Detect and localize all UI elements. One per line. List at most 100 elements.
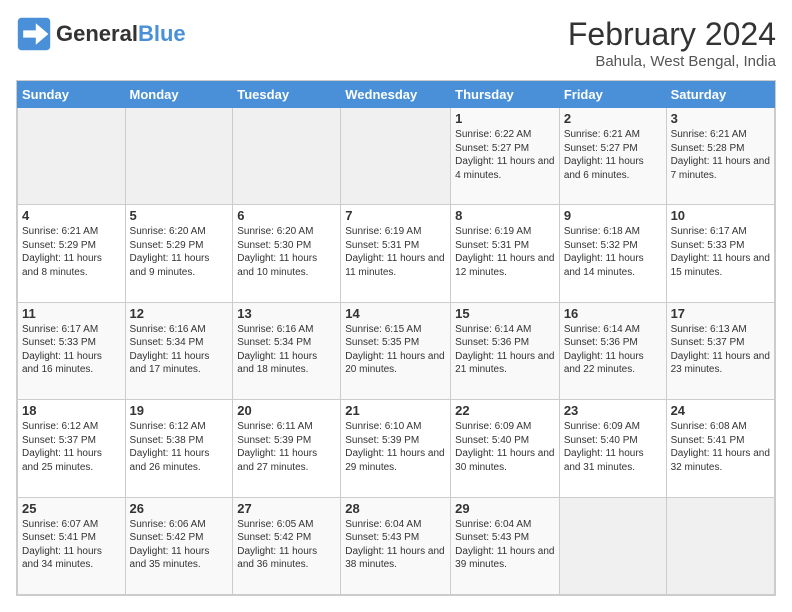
calendar-cell: 3 Sunrise: 6:21 AM Sunset: 5:28 PM Daylig… bbox=[666, 108, 774, 205]
cell-sun-info: Sunrise: 6:10 AM Sunset: 5:39 PM Dayligh… bbox=[345, 420, 446, 474]
weekday-header-tuesday: Tuesday bbox=[233, 82, 341, 108]
calendar-cell bbox=[125, 108, 233, 205]
cell-sun-info: Sunrise: 6:22 AM Sunset: 5:27 PM Dayligh… bbox=[455, 128, 555, 182]
logo-general-text: General bbox=[56, 21, 138, 46]
cell-sun-info: Sunrise: 6:04 AM Sunset: 5:43 PM Dayligh… bbox=[345, 518, 446, 572]
day-number: 21 bbox=[345, 403, 446, 418]
calendar-body: 1 Sunrise: 6:22 AM Sunset: 5:27 PM Daylig… bbox=[18, 108, 775, 595]
calendar-cell: 7 Sunrise: 6:19 AM Sunset: 5:31 PM Daylig… bbox=[341, 205, 451, 302]
weekday-header-saturday: Saturday bbox=[666, 82, 774, 108]
location: Bahula, West Bengal, India bbox=[568, 53, 776, 70]
cell-sun-info: Sunrise: 6:12 AM Sunset: 5:38 PM Dayligh… bbox=[130, 420, 229, 474]
header: GeneralBlue February 2024 Bahula, West B… bbox=[16, 16, 776, 70]
logo-icon bbox=[16, 16, 52, 52]
day-number: 1 bbox=[455, 111, 555, 126]
calendar-cell: 5Sunrise: 6:20 AM Sunset: 5:29 PM Daylig… bbox=[125, 205, 233, 302]
cell-sun-info: Sunrise: 6:08 AM Sunset: 5:41 PM Dayligh… bbox=[671, 420, 770, 474]
calendar-cell: 4 Sunrise: 6:21 AM Sunset: 5:29 PM Daylig… bbox=[18, 205, 126, 302]
week-row-4: 18 Sunrise: 6:12 AM Sunset: 5:37 PM Dayli… bbox=[18, 400, 775, 497]
day-number: 15 bbox=[455, 306, 555, 321]
cell-sun-info: Sunrise: 6:12 AM Sunset: 5:37 PM Dayligh… bbox=[22, 420, 121, 474]
cell-sun-info: Sunrise: 6:05 AM Sunset: 5:42 PM Dayligh… bbox=[237, 518, 336, 572]
logo-blue-text: Blue bbox=[138, 21, 186, 46]
calendar-cell: 9 Sunrise: 6:18 AM Sunset: 5:32 PM Daylig… bbox=[559, 205, 666, 302]
day-number: 6 bbox=[237, 208, 336, 223]
day-number: 7 bbox=[345, 208, 446, 223]
cell-sun-info: Sunrise: 6:21 AM Sunset: 5:29 PM Dayligh… bbox=[22, 225, 121, 279]
weekday-header-thursday: Thursday bbox=[451, 82, 560, 108]
calendar-cell: 17Sunrise: 6:13 AM Sunset: 5:37 PM Dayli… bbox=[666, 302, 774, 399]
cell-sun-info: Sunrise: 6:14 AM Sunset: 5:36 PM Dayligh… bbox=[455, 323, 555, 377]
cell-sun-info: Sunrise: 6:17 AM Sunset: 5:33 PM Dayligh… bbox=[22, 323, 121, 377]
calendar-cell bbox=[559, 497, 666, 594]
cell-sun-info: Sunrise: 6:16 AM Sunset: 5:34 PM Dayligh… bbox=[130, 323, 229, 377]
day-number: 11 bbox=[22, 306, 121, 321]
calendar-cell bbox=[233, 108, 341, 205]
month-year: February 2024 bbox=[568, 16, 776, 53]
weekday-header-sunday: Sunday bbox=[18, 82, 126, 108]
day-number: 2 bbox=[564, 111, 662, 126]
calendar-cell: 14 Sunrise: 6:15 AM Sunset: 5:35 PM Dayli… bbox=[341, 302, 451, 399]
cell-sun-info: Sunrise: 6:07 AM Sunset: 5:41 PM Dayligh… bbox=[22, 518, 121, 572]
page: GeneralBlue February 2024 Bahula, West B… bbox=[0, 0, 792, 612]
cell-sun-info: Sunrise: 6:18 AM Sunset: 5:32 PM Dayligh… bbox=[564, 225, 662, 279]
week-row-5: 25 Sunrise: 6:07 AM Sunset: 5:41 PM Dayli… bbox=[18, 497, 775, 594]
day-number: 18 bbox=[22, 403, 121, 418]
day-number: 22 bbox=[455, 403, 555, 418]
calendar-cell: 29 Sunrise: 6:04 AM Sunset: 5:43 PM Dayli… bbox=[451, 497, 560, 594]
cell-sun-info: Sunrise: 6:09 AM Sunset: 5:40 PM Dayligh… bbox=[455, 420, 555, 474]
week-row-2: 4 Sunrise: 6:21 AM Sunset: 5:29 PM Daylig… bbox=[18, 205, 775, 302]
cell-sun-info: Sunrise: 6:15 AM Sunset: 5:35 PM Dayligh… bbox=[345, 323, 446, 377]
weekday-header-row: SundayMondayTuesdayWednesdayThursdayFrid… bbox=[18, 82, 775, 108]
day-number: 24 bbox=[671, 403, 770, 418]
calendar-cell: 27Sunrise: 6:05 AM Sunset: 5:42 PM Dayli… bbox=[233, 497, 341, 594]
day-number: 28 bbox=[345, 501, 446, 516]
calendar-cell: 15 Sunrise: 6:14 AM Sunset: 5:36 PM Dayli… bbox=[451, 302, 560, 399]
calendar-cell: 12 Sunrise: 6:16 AM Sunset: 5:34 PM Dayli… bbox=[125, 302, 233, 399]
calendar-cell: 6 Sunrise: 6:20 AM Sunset: 5:30 PM Daylig… bbox=[233, 205, 341, 302]
calendar-cell: 25 Sunrise: 6:07 AM Sunset: 5:41 PM Dayli… bbox=[18, 497, 126, 594]
cell-sun-info: Sunrise: 6:06 AM Sunset: 5:42 PM Dayligh… bbox=[130, 518, 229, 572]
cell-sun-info: Sunrise: 6:20 AM Sunset: 5:29 PM Dayligh… bbox=[130, 225, 229, 279]
weekday-header-monday: Monday bbox=[125, 82, 233, 108]
calendar-cell: 22 Sunrise: 6:09 AM Sunset: 5:40 PM Dayli… bbox=[451, 400, 560, 497]
day-number: 9 bbox=[564, 208, 662, 223]
calendar-cell: 8Sunrise: 6:19 AM Sunset: 5:31 PM Daylig… bbox=[451, 205, 560, 302]
cell-sun-info: Sunrise: 6:17 AM Sunset: 5:33 PM Dayligh… bbox=[671, 225, 770, 279]
day-number: 14 bbox=[345, 306, 446, 321]
calendar: SundayMondayTuesdayWednesdayThursdayFrid… bbox=[16, 80, 776, 596]
calendar-cell: 23Sunrise: 6:09 AM Sunset: 5:40 PM Dayli… bbox=[559, 400, 666, 497]
day-number: 16 bbox=[564, 306, 662, 321]
day-number: 29 bbox=[455, 501, 555, 516]
calendar-cell bbox=[341, 108, 451, 205]
day-number: 19 bbox=[130, 403, 229, 418]
day-number: 12 bbox=[130, 306, 229, 321]
calendar-cell: 28 Sunrise: 6:04 AM Sunset: 5:43 PM Dayli… bbox=[341, 497, 451, 594]
cell-sun-info: Sunrise: 6:21 AM Sunset: 5:28 PM Dayligh… bbox=[671, 128, 770, 182]
cell-sun-info: Sunrise: 6:19 AM Sunset: 5:31 PM Dayligh… bbox=[455, 225, 555, 279]
calendar-cell bbox=[666, 497, 774, 594]
cell-sun-info: Sunrise: 6:21 AM Sunset: 5:27 PM Dayligh… bbox=[564, 128, 662, 182]
cell-sun-info: Sunrise: 6:19 AM Sunset: 5:31 PM Dayligh… bbox=[345, 225, 446, 279]
week-row-1: 1 Sunrise: 6:22 AM Sunset: 5:27 PM Daylig… bbox=[18, 108, 775, 205]
day-number: 23 bbox=[564, 403, 662, 418]
cell-sun-info: Sunrise: 6:13 AM Sunset: 5:37 PM Dayligh… bbox=[671, 323, 770, 377]
calendar-cell: 26Sunrise: 6:06 AM Sunset: 5:42 PM Dayli… bbox=[125, 497, 233, 594]
calendar-cell: 18 Sunrise: 6:12 AM Sunset: 5:37 PM Dayli… bbox=[18, 400, 126, 497]
calendar-cell: 10 Sunrise: 6:17 AM Sunset: 5:33 PM Dayli… bbox=[666, 205, 774, 302]
weekday-header-wednesday: Wednesday bbox=[341, 82, 451, 108]
week-row-3: 11 Sunrise: 6:17 AM Sunset: 5:33 PM Dayli… bbox=[18, 302, 775, 399]
cell-sun-info: Sunrise: 6:11 AM Sunset: 5:39 PM Dayligh… bbox=[237, 420, 336, 474]
calendar-cell: 21 Sunrise: 6:10 AM Sunset: 5:39 PM Dayli… bbox=[341, 400, 451, 497]
calendar-cell: 19 Sunrise: 6:12 AM Sunset: 5:38 PM Dayli… bbox=[125, 400, 233, 497]
day-number: 3 bbox=[671, 111, 770, 126]
day-number: 13 bbox=[237, 306, 336, 321]
cell-sun-info: Sunrise: 6:04 AM Sunset: 5:43 PM Dayligh… bbox=[455, 518, 555, 572]
calendar-cell: 2 Sunrise: 6:21 AM Sunset: 5:27 PM Daylig… bbox=[559, 108, 666, 205]
calendar-cell: 16Sunrise: 6:14 AM Sunset: 5:36 PM Dayli… bbox=[559, 302, 666, 399]
cell-sun-info: Sunrise: 6:20 AM Sunset: 5:30 PM Dayligh… bbox=[237, 225, 336, 279]
day-number: 25 bbox=[22, 501, 121, 516]
calendar-cell: 24 Sunrise: 6:08 AM Sunset: 5:41 PM Dayli… bbox=[666, 400, 774, 497]
day-number: 4 bbox=[22, 208, 121, 223]
day-number: 10 bbox=[671, 208, 770, 223]
